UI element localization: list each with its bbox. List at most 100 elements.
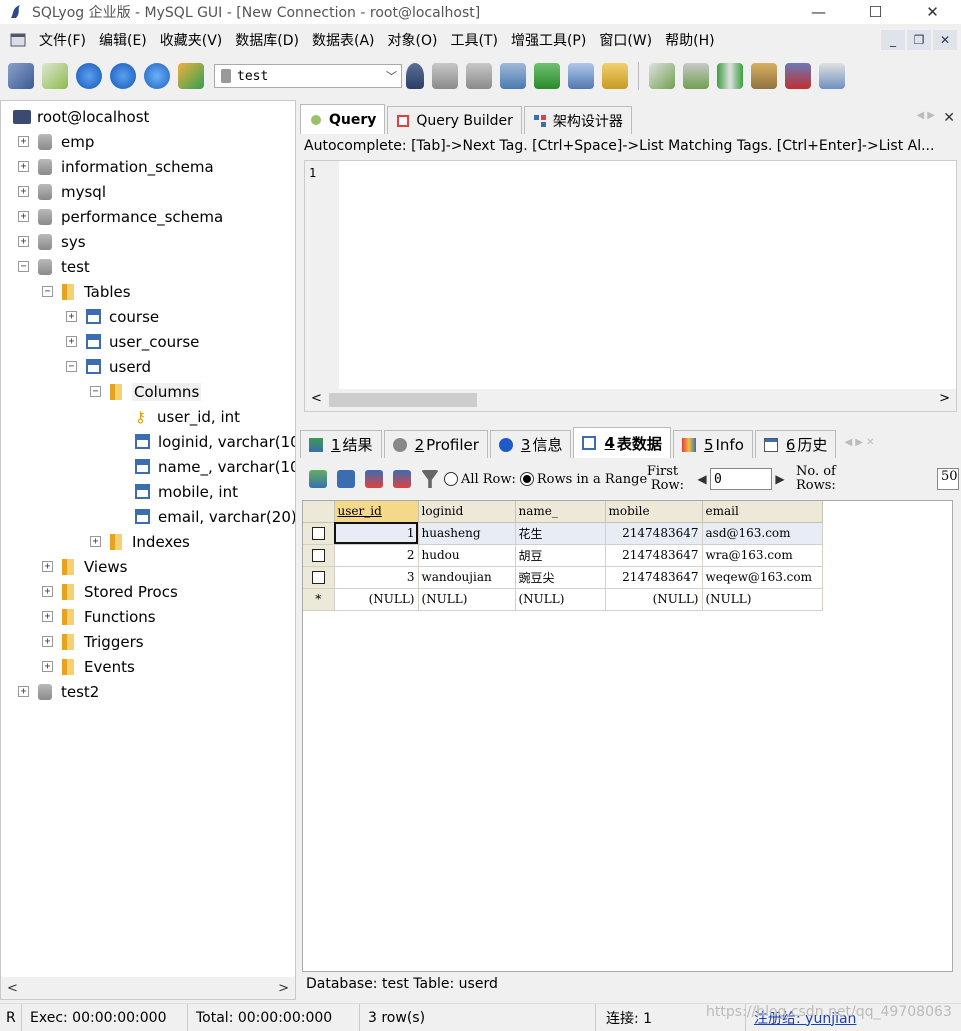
tree-column-loginid[interactable]: loginid, varchar(10 bbox=[135, 429, 295, 454]
tab-profiler[interactable]: 2 Profiler bbox=[383, 430, 488, 458]
cell-mobile[interactable]: 2147483647 bbox=[605, 522, 703, 545]
cell-loginid[interactable]: huasheng bbox=[418, 522, 516, 545]
insert-row-icon[interactable] bbox=[309, 470, 327, 488]
checkbox-icon[interactable] bbox=[311, 549, 325, 562]
expand-icon[interactable]: + bbox=[18, 186, 29, 197]
expand-icon[interactable]: + bbox=[42, 636, 53, 647]
column-header-email[interactable]: email bbox=[702, 501, 823, 523]
notification-icon[interactable] bbox=[785, 63, 811, 89]
tree-table-user-course[interactable]: + user_course bbox=[66, 329, 199, 354]
tab-history[interactable]: 6 历史 bbox=[754, 430, 837, 458]
menu-powertools[interactable]: 增强工具(P) bbox=[506, 30, 594, 50]
column-header-loginid[interactable]: loginid bbox=[418, 501, 516, 523]
checkbox-icon[interactable] bbox=[311, 571, 325, 584]
tree-horizontal-scrollbar[interactable]: < > bbox=[1, 977, 295, 999]
tree-folder-functions[interactable]: + Functions bbox=[42, 604, 156, 629]
decrement-icon[interactable]: ◀ bbox=[694, 472, 710, 486]
menu-favorites[interactable]: 收藏夹(V) bbox=[155, 30, 231, 50]
scroll-right-icon[interactable]: > bbox=[278, 981, 289, 996]
collapse-icon[interactable]: − bbox=[66, 361, 77, 372]
checkbox-icon[interactable] bbox=[311, 527, 325, 540]
tree-column-name[interactable]: name_, varchar(10) bbox=[135, 454, 295, 479]
expand-icon[interactable]: + bbox=[18, 161, 29, 172]
cell-email[interactable]: asd@163.com bbox=[702, 522, 823, 545]
expand-icon[interactable]: + bbox=[66, 311, 77, 322]
cell-user-id[interactable]: 2 bbox=[334, 544, 419, 567]
radio-rows-in-range[interactable] bbox=[519, 472, 534, 486]
cell-name[interactable]: 豌豆尖 bbox=[515, 566, 606, 589]
expand-icon[interactable]: + bbox=[42, 586, 53, 597]
expand-icon[interactable]: + bbox=[66, 336, 77, 347]
cell-loginid[interactable]: wandoujian bbox=[418, 566, 516, 589]
expand-icon[interactable]: + bbox=[18, 686, 29, 697]
table-row[interactable]: 2 hudou 胡豆 2147483647 wra@163.com bbox=[303, 544, 823, 567]
filter-icon[interactable] bbox=[421, 470, 439, 488]
scroll-thumb[interactable] bbox=[329, 393, 477, 407]
column-header-user-id[interactable]: user_id bbox=[334, 501, 419, 523]
tree-table-userd[interactable]: − userd bbox=[66, 354, 151, 379]
num-rows-input[interactable]: 50 bbox=[937, 468, 959, 490]
tree-folder-tables[interactable]: − Tables bbox=[42, 279, 131, 304]
database-select[interactable]: test ﹀ bbox=[214, 64, 402, 88]
menu-file[interactable]: 文件(F) bbox=[34, 30, 94, 50]
menu-edit[interactable]: 编辑(E) bbox=[94, 30, 155, 50]
schema-icon[interactable] bbox=[178, 63, 204, 89]
cell-user-id[interactable]: 3 bbox=[334, 566, 419, 589]
cell-email[interactable]: wra@163.com bbox=[702, 544, 823, 567]
tree-folder-stored-procs[interactable]: + Stored Procs bbox=[42, 579, 178, 604]
cell-null[interactable]: (NULL) bbox=[605, 588, 703, 611]
collapse-icon[interactable]: − bbox=[18, 261, 29, 272]
maximize-button[interactable]: ☐ bbox=[847, 0, 904, 24]
scroll-right-icon[interactable]: > bbox=[939, 391, 950, 406]
tree-folder-triggers[interactable]: + Triggers bbox=[42, 629, 144, 654]
tree-column-user-id[interactable]: ⚷ user_id, int bbox=[135, 404, 240, 429]
create-database-icon[interactable] bbox=[432, 63, 458, 89]
tree-db-mysql[interactable]: + mysql bbox=[18, 179, 106, 204]
tree-connection[interactable]: root@localhost bbox=[13, 104, 149, 129]
radio-all[interactable] bbox=[444, 472, 458, 486]
sql-editor[interactable]: 1 < > bbox=[304, 160, 957, 412]
refresh-icon[interactable] bbox=[144, 63, 170, 89]
backup-icon[interactable] bbox=[500, 63, 526, 89]
execute-all-icon[interactable] bbox=[110, 63, 136, 89]
first-row-input[interactable] bbox=[709, 468, 772, 490]
cell-null[interactable]: (NULL) bbox=[702, 588, 823, 611]
tab-schema-designer[interactable]: 架构设计器 bbox=[523, 106, 632, 134]
column-header-name[interactable]: name_ bbox=[515, 501, 606, 523]
tab-query-builder[interactable]: Query Builder bbox=[387, 106, 522, 134]
tab-query[interactable]: Query bbox=[300, 104, 386, 134]
table-row[interactable]: 1 huasheng 花生 2147483647 asd@163.com bbox=[303, 522, 823, 545]
tree-db-emp[interactable]: + emp bbox=[18, 129, 94, 154]
cell-null[interactable]: (NULL) bbox=[334, 588, 419, 611]
collapse-icon[interactable]: − bbox=[90, 386, 101, 397]
menu-help[interactable]: 帮助(H) bbox=[660, 30, 722, 50]
tree-db-information-schema[interactable]: + information_schema bbox=[18, 154, 214, 179]
tree-column-email[interactable]: email, varchar(20) bbox=[135, 504, 295, 529]
data-sync-icon[interactable] bbox=[683, 63, 709, 89]
cell-name[interactable]: 花生 bbox=[515, 522, 606, 545]
expand-icon[interactable]: + bbox=[18, 236, 29, 247]
increment-icon[interactable]: ▶ bbox=[772, 472, 788, 486]
editor-horizontal-scrollbar[interactable]: < > bbox=[305, 389, 956, 411]
expand-icon[interactable]: + bbox=[18, 211, 29, 222]
scroll-left-icon[interactable]: < bbox=[311, 391, 322, 406]
tab-info[interactable]: 5 Info bbox=[672, 430, 753, 458]
menu-object[interactable]: 对象(O) bbox=[383, 30, 446, 50]
import-icon[interactable] bbox=[534, 63, 560, 89]
cell-mobile[interactable]: 2147483647 bbox=[605, 566, 703, 589]
cancel-changes-icon[interactable] bbox=[393, 470, 411, 488]
mdi-minimize-button[interactable]: _ bbox=[881, 30, 905, 50]
mdi-close-button[interactable]: ✕ bbox=[933, 30, 957, 50]
tree-db-performance-schema[interactable]: + performance_schema bbox=[18, 204, 223, 229]
migration-icon[interactable] bbox=[751, 63, 777, 89]
alter-database-icon[interactable] bbox=[466, 63, 492, 89]
row-checkbox[interactable] bbox=[303, 522, 335, 545]
table-data-icon[interactable] bbox=[568, 63, 594, 89]
tree-folder-columns[interactable]: − Columns bbox=[90, 379, 202, 404]
keyboard-icon[interactable] bbox=[819, 63, 845, 89]
tree-db-sys[interactable]: + sys bbox=[18, 229, 86, 254]
schema-sync-icon[interactable] bbox=[602, 63, 628, 89]
tab-messages[interactable]: 3 信息 bbox=[489, 430, 572, 458]
cell-name[interactable]: 胡豆 bbox=[515, 544, 606, 567]
execute-query-icon[interactable] bbox=[76, 63, 102, 89]
